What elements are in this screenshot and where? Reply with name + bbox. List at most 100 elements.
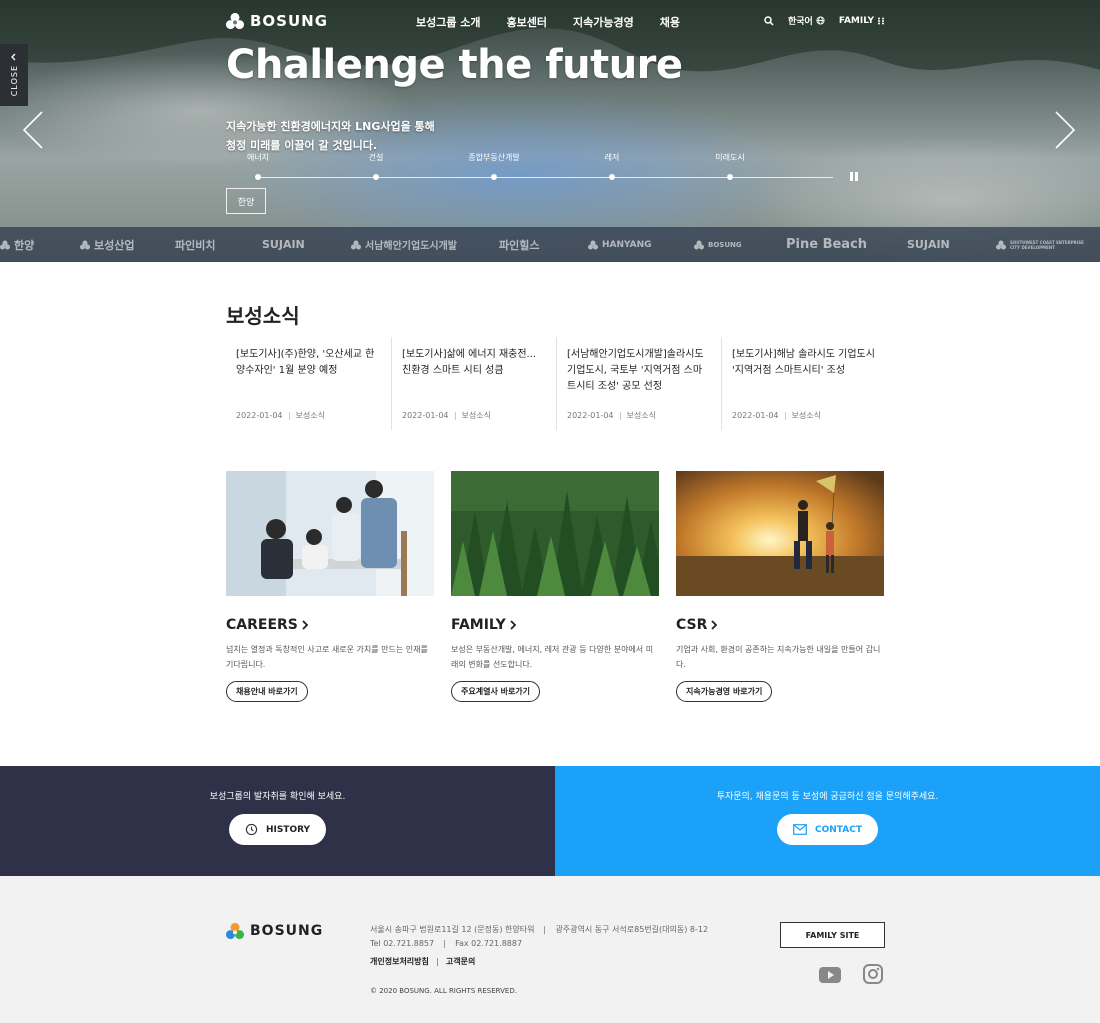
news-date: 2022-01-04 (732, 411, 779, 420)
nav-item-recruit[interactable]: 채용 (660, 14, 680, 30)
privacy-policy-link[interactable]: 개인정보처리방침 (370, 956, 429, 967)
brand-logo-icon (80, 240, 90, 249)
family-site-button[interactable]: FAMILY SITE (780, 922, 885, 948)
brand-logo-icon (351, 240, 361, 249)
brand-logo-icon (588, 240, 598, 249)
brand-bosung-corporation[interactable]: BOSUNG (694, 227, 742, 262)
instagram-icon[interactable] (861, 964, 885, 986)
contact-button-label: CONTACT (815, 824, 862, 835)
brand-logo-icon (694, 240, 704, 249)
nav-item-pr[interactable]: 홍보센터 (507, 14, 547, 30)
contact-message: 투자문의, 채용문의 등 보성에 궁금하신 점을 문의해주세요. (716, 792, 939, 802)
footer-links: 개인정보처리방침 고객문의 (370, 956, 475, 967)
chevron-left-icon (11, 53, 16, 61)
csr-title: CSR (676, 617, 708, 633)
brand-hanyang[interactable]: 한양 (0, 227, 34, 262)
language-selector[interactable]: 한국어 (788, 14, 825, 27)
careers-cta-button[interactable]: 채용안내 바로가기 (226, 681, 308, 702)
address-seoul: 서울시 송파구 법원로11길 12 (문정동) 한양타워 (370, 925, 535, 934)
close-side-tab[interactable]: CLOSE (0, 44, 28, 106)
history-message: 보성그룹의 발자취를 확인해 보세요. (209, 792, 346, 802)
hero-subtitle: 지속가능한 친환경에너지와 LNG사업을 통해 청정 미래를 이끌어 갈 것입니… (226, 117, 435, 155)
news-date: 2022-01-04 (402, 411, 449, 420)
history-button-label: HISTORY (265, 824, 311, 835)
family-title: FAMILY (451, 617, 506, 633)
csr-cta-button[interactable]: 지속가능경영 바로가기 (676, 681, 773, 702)
family-cta-button[interactable]: 주요계열사 바로가기 (451, 681, 541, 702)
news-category: 보성소식 (791, 411, 821, 420)
search-icon (764, 15, 774, 26)
csr-card: CSR 기업과 사회, 환경이 공존하는 지속가능한 내일을 만들어 갑니다. … (676, 471, 884, 702)
address-gwangju: 광주광역시 동구 서석로85번길(대의동) 8-12 (555, 925, 709, 934)
brand-hanyang-en[interactable]: HANYANG (588, 227, 652, 262)
slider-step-real-estate[interactable]: 종합부동산개발 (468, 152, 546, 180)
family-card: FAMILY 보성은 부동산개발, 에너지, 레저 관광 등 다양한 분야에서 … (451, 471, 666, 702)
footer-logo-text: BOSUNG (250, 923, 324, 939)
family-menu-button[interactable]: FAMILY (839, 16, 885, 26)
language-label: 한국어 (788, 17, 813, 27)
news-item[interactable]: [보도기사]삶에 에너지 재충전... 친환경 스마트 시티 성큼 2022-0… (391, 337, 556, 430)
hero-company-button[interactable]: 한양 (226, 188, 266, 214)
footer-logo[interactable]: BOSUNG (226, 922, 323, 940)
grid-dots-icon (878, 17, 885, 24)
brand-label: Pine Beach (786, 237, 868, 252)
careers-title: CAREERS (226, 617, 298, 633)
header-logo[interactable]: BOSUNG (226, 12, 328, 30)
brand-label: 파인힐스 (499, 238, 540, 252)
slider-dot (609, 174, 615, 180)
family-description: 보성은 부동산개발, 에너지, 레저 관광 등 다양한 분야에서 미래의 변화를… (451, 645, 654, 669)
news-headline: [보도기사](주)한양, '오산세교 한양수자인' 1월 분양 예정 (236, 349, 375, 376)
news-list: [보도기사](주)한양, '오산세교 한양수자인' 1월 분양 예정 2022-… (226, 337, 886, 430)
csr-link[interactable]: CSR (676, 617, 884, 633)
clock-icon (245, 823, 258, 836)
brand-pine-beach-en[interactable]: Pine Beach (786, 227, 867, 262)
brand-southwest-coast[interactable]: 서남해안기업도시개발 (351, 227, 457, 262)
prev-slide-arrow-icon[interactable] (22, 110, 44, 150)
pause-icon[interactable] (850, 172, 858, 181)
careers-description: 넘치는 열정과 독창적인 사고로 새로운 가치를 만드는 인재를 기다립니다. (226, 645, 428, 669)
slider-progress: 에너지 건설 종합부동산개발 레저 미래도시 (247, 152, 858, 182)
careers-card: CAREERS 넘치는 열정과 독창적인 사고로 새로운 가치를 만드는 인재를… (226, 471, 434, 702)
slider-track (258, 177, 833, 178)
careers-link[interactable]: CAREERS (226, 617, 434, 633)
brand-bosung-industry[interactable]: 보성산업 (80, 227, 134, 262)
slider-step-label: 미래도시 (715, 153, 745, 162)
news-item[interactable]: [보도기사]해남 솔라시도 기업도시 '지역거점 스마트시티' 조성 2022-… (721, 337, 886, 430)
family-link[interactable]: FAMILY (451, 617, 659, 633)
slider-step-future-city[interactable]: 미래도시 (715, 152, 759, 180)
slider-step-energy[interactable]: 에너지 (247, 152, 280, 180)
news-category: 보성소식 (295, 411, 325, 420)
brand-pine-beach-kr[interactable]: 파인비치 (175, 227, 215, 262)
brand-label: SUJAIN (907, 238, 950, 251)
slider-step-label: 에너지 (246, 153, 270, 162)
news-headline: [보도기사]해남 솔라시도 기업도시 '지역거점 스마트시티' 조성 (732, 349, 875, 376)
news-item[interactable]: [서남해안기업도시개발]솔라시도 기업도시, 국토부 '지역거점 스마트시티 조… (556, 337, 721, 430)
customer-inquiry-link[interactable]: 고객문의 (446, 956, 475, 967)
contact-button[interactable]: CONTACT (777, 814, 878, 845)
slider-step-leisure[interactable]: 레저 (605, 152, 627, 180)
nav-item-about[interactable]: 보성그룹 소개 (416, 14, 481, 30)
family-forest-image[interactable] (451, 471, 666, 596)
slider-step-construction[interactable]: 건설 (369, 152, 391, 180)
brand-southwest-coast-en[interactable]: SOUTHWEST COAST ENTERPRISE CITY DEVELOPM… (996, 227, 1092, 262)
history-button[interactable]: HISTORY (228, 814, 327, 845)
youtube-icon[interactable] (818, 964, 842, 986)
slider-step-label: 건설 (368, 153, 384, 162)
nav-item-sustainability[interactable]: 지속가능경영 (573, 14, 634, 30)
news-category: 보성소식 (461, 411, 491, 420)
careers-image[interactable] (226, 471, 434, 596)
news-headline: [보도기사]삶에 에너지 재충전... 친환경 스마트 시티 성큼 (402, 349, 537, 376)
brand-label: 한양 (14, 238, 35, 252)
news-category: 보성소식 (626, 411, 656, 420)
footer-address: 서울시 송파구 법원로11길 12 (문정동) 한양타워 광주광역시 동구 서석… (370, 923, 708, 951)
next-slide-arrow-icon[interactable] (1054, 110, 1076, 150)
csr-family-image[interactable] (676, 471, 884, 596)
brand-sujain[interactable]: SUJAIN (262, 227, 305, 262)
search-button[interactable] (764, 15, 774, 26)
brand-sujain-2[interactable]: SUJAIN (907, 227, 950, 262)
footer: BOSUNG 서울시 송파구 법원로11길 12 (문정동) 한양타워 광주광역… (0, 876, 1100, 1023)
brand-label: 파인비치 (175, 238, 216, 252)
brand-pine-hills[interactable]: 파인힐스 (499, 227, 539, 262)
hero-subtitle-line-1: 지속가능한 친환경에너지와 LNG사업을 통해 (226, 120, 435, 133)
news-item[interactable]: [보도기사](주)한양, '오산세교 한양수자인' 1월 분양 예정 2022-… (226, 337, 391, 430)
